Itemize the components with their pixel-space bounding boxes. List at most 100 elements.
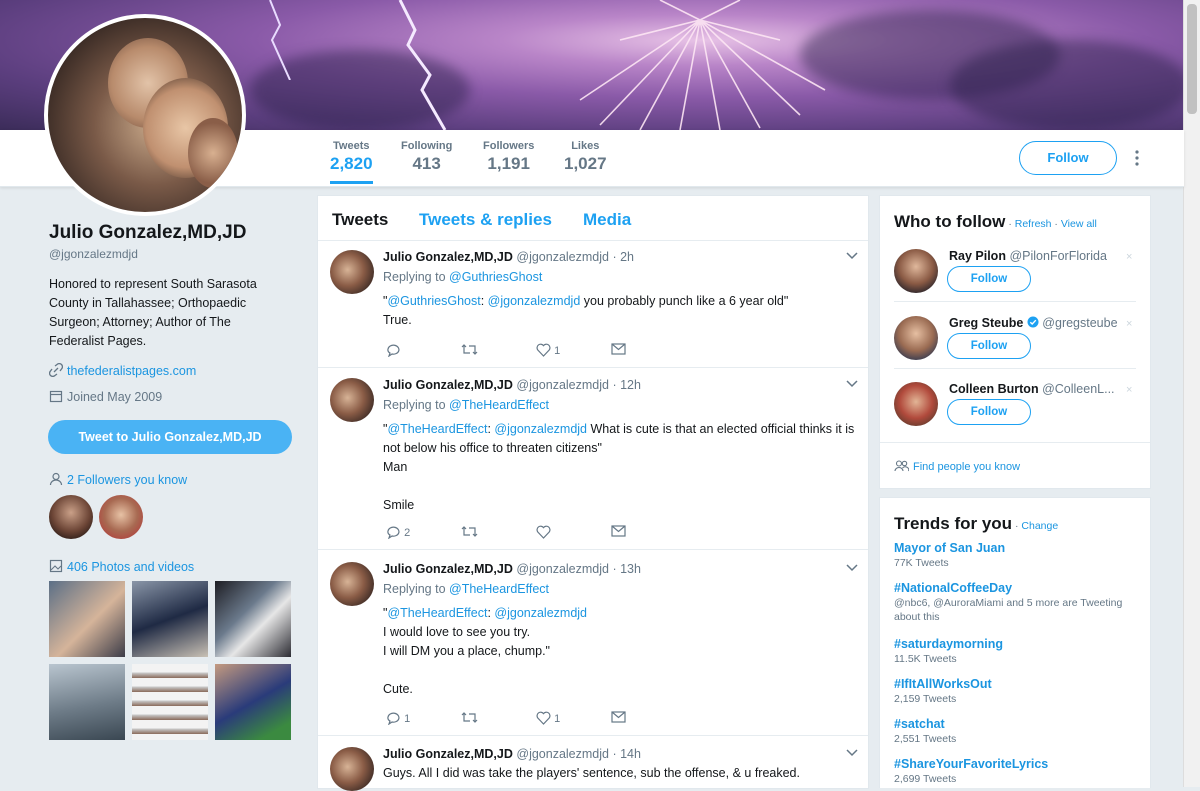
trend-item[interactable]: #NationalCoffeeDay @nbc6, @AuroraMiami an… — [894, 581, 1124, 624]
follow-user-button[interactable]: Follow — [947, 266, 1031, 292]
mention-link[interactable]: @TheHeardEffect — [387, 606, 487, 620]
user-avatar[interactable] — [894, 249, 938, 293]
tweet-avatar[interactable] — [330, 747, 374, 791]
followers-you-know-link[interactable]: 2 Followers you know — [67, 473, 187, 487]
like-action[interactable]: 1 — [536, 711, 560, 725]
media-thumbnail[interactable] — [215, 664, 291, 740]
reply-action[interactable]: 1 — [386, 711, 410, 726]
trend-item[interactable]: #ShareYourFavoriteLyrics 2,699 Tweets — [894, 757, 1048, 786]
more-options-icon[interactable] — [1134, 150, 1140, 166]
user-handle[interactable]: @gregsteube — [1042, 316, 1117, 330]
trend-item[interactable]: #saturdaymorning 11.5K Tweets — [894, 637, 1003, 666]
followers-you-know[interactable]: 2 Followers you know — [49, 472, 187, 487]
dismiss-icon[interactable]: × — [1126, 251, 1132, 263]
dm-action[interactable] — [611, 525, 626, 537]
trend-name[interactable]: #saturdaymorning — [894, 637, 1003, 651]
refresh-link[interactable]: Refresh — [1015, 218, 1052, 230]
user-handle[interactable]: @PilonForFlorida — [1009, 249, 1106, 263]
user-avatar[interactable] — [894, 382, 938, 426]
media-thumbnail[interactable] — [132, 664, 208, 740]
tweet-handle[interactable]: @jgonzalezmdjd — [516, 747, 609, 761]
photos-videos[interactable]: 406 Photos and videos — [49, 559, 194, 574]
tweet[interactable]: Julio Gonzalez,MD,JD @jgonzalezmdjd · 2h… — [318, 240, 868, 368]
chevron-down-icon[interactable] — [846, 252, 858, 260]
trend-name[interactable]: #ShareYourFavoriteLyrics — [894, 757, 1048, 771]
tab-tweets[interactable]: Tweets — [332, 210, 388, 230]
website-link[interactable]: thefederalistpages.com — [67, 364, 196, 378]
dismiss-icon[interactable]: × — [1126, 318, 1132, 330]
tweet-avatar[interactable] — [330, 378, 374, 422]
tab-tweets-replies[interactable]: Tweets & replies — [419, 210, 552, 230]
dm-action[interactable] — [611, 711, 626, 723]
user-name[interactable]: Greg Steube — [949, 316, 1023, 330]
tweet-to-button[interactable]: Tweet to Julio Gonzalez,MD,JD — [48, 420, 292, 454]
tweet-avatar[interactable] — [330, 250, 374, 294]
replying-to-link[interactable]: @TheHeardEffect — [449, 398, 549, 412]
tweet-time[interactable]: · 2h — [612, 250, 634, 264]
tweet-author-name[interactable]: Julio Gonzalez,MD,JD — [383, 747, 513, 761]
stat-following[interactable]: Following 413 — [401, 140, 452, 174]
scrollbar-thumb[interactable] — [1187, 4, 1197, 114]
chevron-down-icon[interactable] — [846, 749, 858, 757]
tweet-time[interactable]: · 14h — [612, 747, 641, 761]
tweet-author-name[interactable]: Julio Gonzalez,MD,JD — [383, 378, 513, 392]
media-thumbnail[interactable] — [215, 581, 291, 657]
photos-videos-link[interactable]: 406 Photos and videos — [67, 560, 194, 574]
media-thumbnail[interactable] — [49, 664, 125, 740]
tweet-time[interactable]: · 13h — [612, 562, 641, 576]
media-thumbnail[interactable] — [132, 581, 208, 657]
trend-item[interactable]: Mayor of San Juan 77K Tweets — [894, 541, 1005, 570]
user-name-line[interactable]: Greg Steube @gregsteube — [949, 316, 1118, 330]
follow-user-button[interactable]: Follow — [947, 333, 1031, 359]
tweet-avatar[interactable] — [330, 562, 374, 606]
user-avatar[interactable] — [894, 316, 938, 360]
chevron-down-icon[interactable] — [846, 380, 858, 388]
user-name-line[interactable]: Colleen Burton @ColleenL... — [949, 382, 1115, 396]
user-name[interactable]: Ray Pilon — [949, 249, 1006, 263]
tweet-time[interactable]: · 12h — [612, 378, 641, 392]
find-people-link[interactable]: Find people you know — [913, 461, 1020, 473]
view-all-link[interactable]: View all — [1061, 218, 1097, 230]
page-scrollbar[interactable] — [1183, 0, 1200, 787]
mention-link[interactable]: @jgonzalezmdjd — [488, 294, 581, 308]
mention-link[interactable]: @jgonzalezmdjd — [494, 422, 587, 436]
stat-tweets[interactable]: Tweets 2,820 — [330, 140, 373, 184]
dm-action[interactable] — [611, 343, 626, 355]
trend-item[interactable]: #satchat 2,551 Tweets — [894, 717, 956, 746]
mention-link[interactable]: @GuthriesGhost — [387, 294, 480, 308]
reply-action[interactable]: 2 — [386, 525, 410, 540]
replying-to-link[interactable]: @GuthriesGhost — [449, 270, 542, 284]
retweet-action[interactable] — [461, 343, 478, 356]
media-thumbnail[interactable] — [49, 581, 125, 657]
tweet[interactable]: Julio Gonzalez,MD,JD @jgonzalezmdjd · 13… — [318, 552, 868, 736]
tweet-handle[interactable]: @jgonzalezmdjd — [516, 250, 609, 264]
retweet-action[interactable] — [461, 525, 478, 538]
stat-likes[interactable]: Likes 1,027 — [564, 140, 607, 174]
user-name[interactable]: Colleen Burton — [949, 382, 1039, 396]
trend-name[interactable]: Mayor of San Juan — [894, 541, 1005, 555]
find-people[interactable]: Find people you know — [894, 460, 1020, 473]
trend-name[interactable]: #satchat — [894, 717, 956, 731]
follow-button[interactable]: Follow — [1019, 141, 1117, 175]
replying-to-link[interactable]: @TheHeardEffect — [449, 582, 549, 596]
like-action[interactable]: 1 — [536, 343, 560, 357]
tweet-handle[interactable]: @jgonzalezmdjd — [516, 562, 609, 576]
stat-followers[interactable]: Followers 1,191 — [483, 140, 534, 174]
like-action[interactable] — [536, 525, 551, 539]
tweet-handle[interactable]: @jgonzalezmdjd — [516, 378, 609, 392]
change-link[interactable]: Change — [1021, 520, 1058, 532]
trend-name[interactable]: #NationalCoffeeDay — [894, 581, 1124, 595]
follower-avatar[interactable] — [49, 495, 93, 539]
mention-link[interactable]: @jgonzalezmdjd — [494, 606, 587, 620]
follow-user-button[interactable]: Follow — [947, 399, 1031, 425]
follower-avatar[interactable] — [99, 495, 143, 539]
tab-media[interactable]: Media — [583, 210, 631, 230]
tweet-author-name[interactable]: Julio Gonzalez,MD,JD — [383, 250, 513, 264]
retweet-action[interactable] — [461, 711, 478, 724]
tweet[interactable]: Julio Gonzalez,MD,JD @jgonzalezmdjd · 12… — [318, 368, 868, 550]
profile-avatar[interactable] — [44, 14, 246, 216]
trend-item[interactable]: #IfItAllWorksOut 2,159 Tweets — [894, 677, 992, 706]
trend-name[interactable]: #IfItAllWorksOut — [894, 677, 992, 691]
reply-action[interactable] — [386, 343, 401, 358]
tweet[interactable]: Julio Gonzalez,MD,JD @jgonzalezmdjd · 14… — [318, 737, 868, 791]
